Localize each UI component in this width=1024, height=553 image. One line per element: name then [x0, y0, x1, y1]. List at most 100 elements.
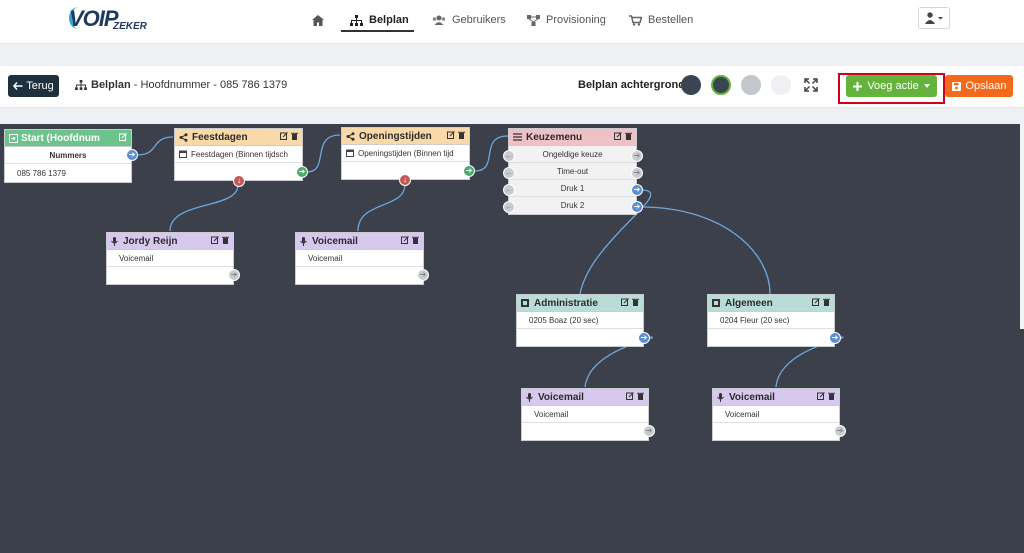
- output-port[interactable]: ➔: [463, 165, 475, 177]
- input-port[interactable]: ←: [503, 150, 515, 162]
- else-port[interactable]: ↓: [233, 175, 245, 187]
- trash-icon[interactable]: [458, 131, 465, 139]
- nav-home[interactable]: [312, 8, 324, 32]
- edit-icon[interactable]: [447, 131, 455, 139]
- phone-box-icon: [521, 299, 529, 307]
- user-icon: [925, 12, 943, 24]
- input-port[interactable]: ←: [503, 201, 515, 213]
- node-algemeen[interactable]: Algemeen 0204 Fleur (20 sec) ➔: [707, 294, 841, 347]
- canvas-right-edge: [1020, 124, 1024, 329]
- share-icon: [346, 131, 355, 141]
- output-port[interactable]: ➔: [631, 201, 643, 213]
- nav-provisioning[interactable]: Provisioning: [527, 8, 606, 32]
- else-port[interactable]: ↓: [399, 174, 411, 186]
- microphone-icon: [300, 236, 307, 246]
- node-feestdagen[interactable]: Feestdagen Feestdagen (Binnen tijdsch ➔ …: [174, 128, 308, 187]
- calendar-icon: [346, 149, 354, 157]
- output-port[interactable]: ➔: [126, 149, 138, 161]
- cart-icon: [629, 14, 642, 26]
- edit-icon[interactable]: [621, 298, 629, 306]
- add-action-button[interactable]: Voeg actie: [846, 75, 937, 97]
- background-swatch-gray[interactable]: [741, 75, 761, 95]
- active-tab-indicator: [341, 30, 414, 32]
- node-title: Openingstijden: [359, 130, 432, 142]
- output-port[interactable]: ➔: [829, 332, 841, 344]
- trash-icon[interactable]: [828, 392, 835, 400]
- header-spacer: [0, 44, 1024, 66]
- back-button[interactable]: Terug: [8, 75, 59, 97]
- node-row-empty: [296, 267, 423, 284]
- trash-icon[interactable]: [222, 236, 229, 244]
- node-row: Nummers: [5, 147, 131, 164]
- trash-icon[interactable]: [632, 298, 639, 306]
- edit-icon[interactable]: [401, 236, 409, 244]
- node-voicemail[interactable]: Voicemail Voicemail ➔: [521, 388, 655, 441]
- trash-icon[interactable]: [823, 298, 830, 306]
- node-header: Algemeen: [708, 295, 834, 312]
- nav-belplan[interactable]: Belplan: [350, 8, 409, 32]
- output-port[interactable]: ➔: [228, 269, 240, 281]
- node-title: Algemeen: [725, 297, 773, 309]
- node-jordy-reijn[interactable]: Jordy Reijn Voicemail ➔: [106, 232, 240, 285]
- background-label: Belplan achtergrond: [578, 79, 685, 91]
- input-port[interactable]: ←: [503, 184, 515, 196]
- output-port[interactable]: ➔: [631, 184, 643, 196]
- output-port[interactable]: ➔: [638, 332, 650, 344]
- edit-icon[interactable]: [614, 132, 622, 140]
- node-voicemail[interactable]: Voicemail Voicemail ➔: [712, 388, 846, 441]
- output-port[interactable]: ➔: [643, 425, 655, 437]
- canvas-top-spacer: [0, 108, 1024, 124]
- trash-icon[interactable]: [625, 132, 632, 140]
- background-swatch-dark[interactable]: [681, 75, 701, 95]
- expand-icon[interactable]: [804, 78, 818, 92]
- edit-icon[interactable]: [812, 298, 820, 306]
- input-port[interactable]: ←: [503, 167, 515, 179]
- node-start[interactable]: Start (Hoofdnum Nummers 085 786 1379 ➔: [4, 129, 138, 183]
- edit-icon[interactable]: [119, 133, 127, 141]
- node-row-empty: [708, 329, 834, 346]
- node-row-label: Feestdagen (Binnen tijdsch: [191, 149, 288, 159]
- user-menu-button[interactable]: [918, 7, 950, 29]
- background-swatch-dark-selected[interactable]: [711, 75, 731, 95]
- background-swatch-light[interactable]: [771, 75, 791, 95]
- nav-provisioning-label: Provisioning: [546, 14, 606, 26]
- node-administratie[interactable]: Administratie 0205 Boaz (20 sec) ➔: [516, 294, 650, 347]
- breadcrumb: Belplan - Hoofdnummer - 085 786 1379: [75, 79, 287, 91]
- nav-gebruikers[interactable]: Gebruikers: [432, 8, 506, 32]
- menu-option: Time-out: [509, 163, 636, 180]
- edit-icon[interactable]: [280, 132, 288, 140]
- save-button[interactable]: Opslaan: [945, 75, 1013, 97]
- node-title: Feestdagen: [192, 131, 248, 143]
- breadcrumb-title: Belplan: [91, 79, 131, 91]
- users-icon: [432, 15, 446, 25]
- edit-icon[interactable]: [211, 236, 219, 244]
- node-title: Keuzemenu: [526, 131, 583, 143]
- voipzeker-logo[interactable]: VOIP ZEKER: [69, 6, 159, 32]
- edit-icon[interactable]: [626, 392, 634, 400]
- output-port[interactable]: ➔: [631, 150, 643, 162]
- menu-option: Druk 2: [509, 197, 636, 214]
- plus-icon: [853, 81, 863, 91]
- nav-bestellen[interactable]: Bestellen: [629, 8, 693, 32]
- node-title: Voicemail: [312, 235, 358, 247]
- node-row: 0205 Boaz (20 sec): [517, 312, 643, 329]
- calendar-icon: [179, 150, 187, 158]
- trash-icon[interactable]: [412, 236, 419, 244]
- node-title: Start (Hoofdnum: [21, 132, 100, 144]
- trash-icon[interactable]: [637, 392, 644, 400]
- share-icon: [179, 132, 188, 142]
- output-port[interactable]: ➔: [417, 269, 429, 281]
- node-voicemail[interactable]: Voicemail Voicemail ➔: [295, 232, 429, 285]
- menu-option: Druk 1: [509, 180, 636, 197]
- node-keuzemenu[interactable]: Keuzemenu Ongeldige keuze Time-out Druk …: [503, 128, 643, 215]
- output-port[interactable]: ➔: [296, 166, 308, 178]
- list-icon: [513, 133, 522, 141]
- node-row: Voicemail: [713, 406, 839, 423]
- network-icon: [527, 14, 540, 26]
- trash-icon[interactable]: [291, 132, 298, 140]
- node-row: Feestdagen (Binnen tijdsch: [175, 146, 302, 163]
- output-port[interactable]: ➔: [834, 425, 846, 437]
- node-openingstijden[interactable]: Openingstijden Openingstijden (Binnen ti…: [341, 127, 475, 186]
- edit-icon[interactable]: [817, 392, 825, 400]
- output-port[interactable]: ➔: [631, 167, 643, 179]
